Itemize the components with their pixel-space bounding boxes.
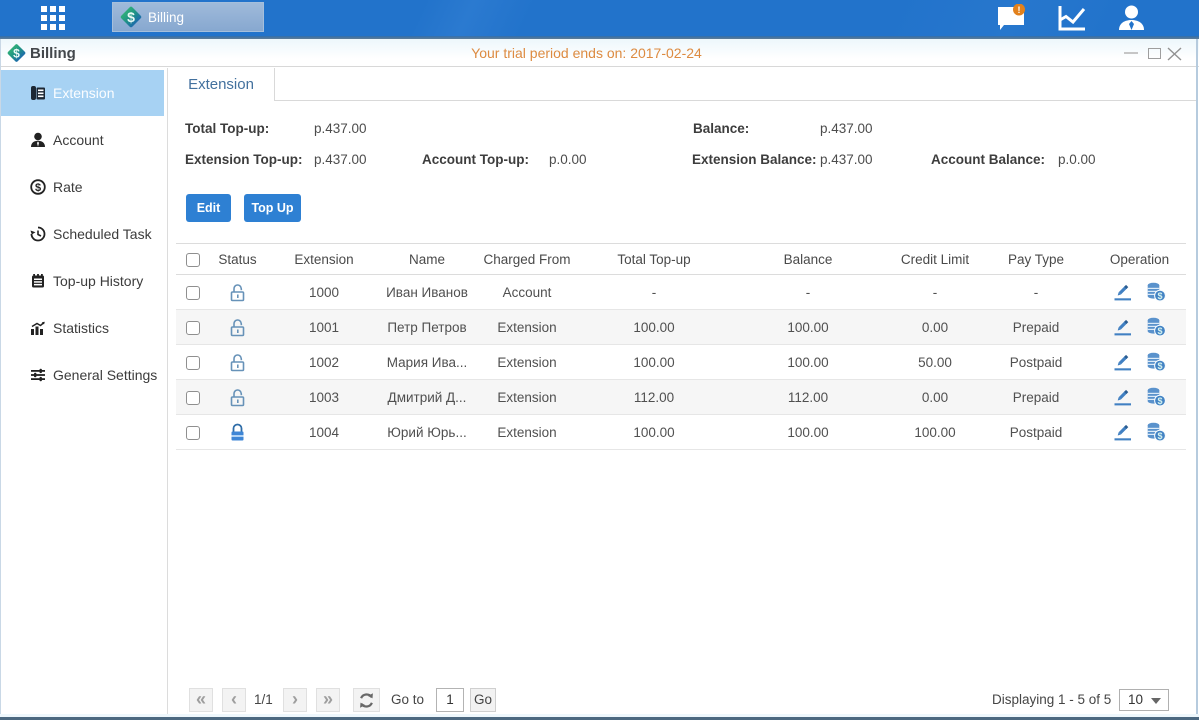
svg-text:$: $ (1157, 431, 1162, 441)
svg-text:$: $ (1157, 326, 1162, 336)
svg-text:$: $ (127, 9, 135, 25)
svg-text:!: ! (1018, 5, 1021, 15)
svg-text:$: $ (35, 182, 41, 194)
svg-text:$: $ (1157, 361, 1162, 371)
svg-text:$: $ (1157, 291, 1162, 301)
svg-text:$: $ (1157, 396, 1162, 406)
